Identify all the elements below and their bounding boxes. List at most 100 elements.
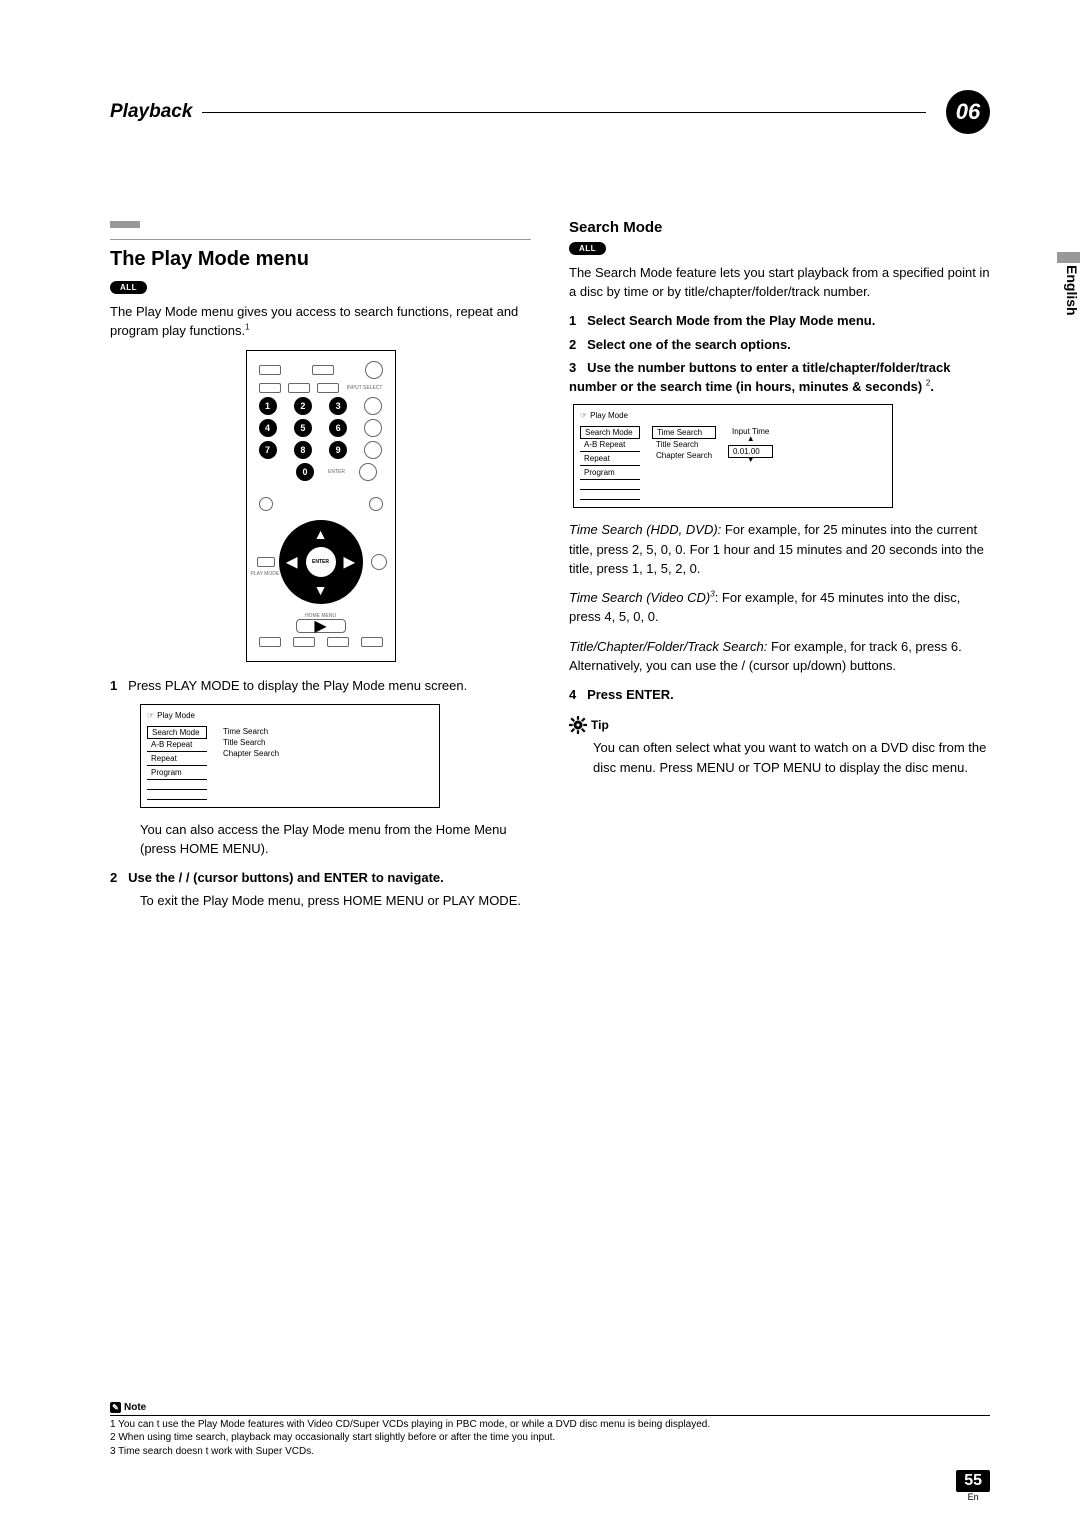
- menu-rule: [147, 765, 207, 766]
- search-intro: The Search Mode feature lets you start p…: [569, 263, 990, 301]
- step-text: Press PLAY MODE to display the Play Mode…: [128, 678, 467, 693]
- footnote-area: ✎ Note 1 You can t use the Play Mode fea…: [110, 1402, 990, 1459]
- step-num: 2: [110, 870, 117, 885]
- step-text: Press ENTER.: [587, 687, 674, 702]
- remote-small-label: INPUT SELECT: [347, 385, 383, 391]
- playmode-btn: [257, 557, 275, 567]
- intro-text: The Play Mode menu gives you access to s…: [110, 302, 531, 340]
- remote-btn-blank: [361, 637, 383, 647]
- menu-item-search-mode: Search Mode: [580, 426, 640, 439]
- arrow-up-icon: ▲: [314, 526, 328, 542]
- remote-btn-blank: [365, 361, 383, 379]
- step-frag: Use the: [128, 870, 179, 885]
- remote-btn-blank: [312, 365, 334, 375]
- num-5-btn: 5: [294, 419, 312, 437]
- menu-item-time-search: Time Search: [219, 726, 283, 737]
- ts1-label: Time Search (HDD, DVD):: [569, 522, 721, 537]
- footnote-3: 3 Time search doesn t work with Super VC…: [110, 1445, 990, 1459]
- r-step-4: 4 Press ENTER.: [569, 685, 990, 704]
- remote-btn-blank: [317, 383, 339, 393]
- menu-rule: [147, 799, 207, 800]
- remote-btn-blank: [259, 497, 273, 511]
- menu-item-title-search: Title Search: [652, 439, 716, 450]
- step-text: Use the number buttons to enter a title/…: [569, 360, 950, 394]
- footnote-divider: [110, 1415, 990, 1416]
- num-4-btn: 4: [259, 419, 277, 437]
- menu-rule: [147, 751, 207, 752]
- arrow-left-icon: ◀: [287, 554, 298, 571]
- step-2-exit: To exit the Play Mode menu, press HOME M…: [110, 891, 531, 910]
- input-up-arrow-icon: ▲: [728, 437, 773, 441]
- page-lang: En: [956, 1492, 990, 1502]
- page-number: 55: [956, 1470, 990, 1492]
- menu-rule: [580, 451, 640, 452]
- time-search-vcd: Time Search (Video CD)3: For example, fo…: [569, 588, 990, 626]
- left-column: The Play Mode menu ALL The Play Mode men…: [110, 219, 531, 921]
- num-1-btn: 1: [259, 397, 277, 415]
- remote-btn-blank: [369, 497, 383, 511]
- language-tab: English: [1062, 265, 1080, 316]
- step-2: 2 Use the / / (cursor buttons) and ENTER…: [110, 868, 531, 887]
- r-step-1: 1 Select Search Mode from the Play Mode …: [569, 311, 990, 330]
- step-num: 2: [569, 337, 576, 352]
- num-3-btn: 3: [329, 397, 347, 415]
- menu-item-ab-repeat: A-B Repeat: [147, 739, 207, 750]
- remote-btn-blank: [288, 383, 310, 393]
- remote-btn-blank: [293, 637, 315, 647]
- num-0-btn: 0: [296, 463, 314, 481]
- remote-btn-blank: [359, 463, 377, 481]
- chapter-badge: 06: [946, 90, 990, 134]
- menu-title-text: Play Mode: [590, 411, 628, 420]
- side-accent: [1057, 252, 1080, 263]
- menu-item-search-mode: Search Mode: [147, 726, 207, 739]
- menu-rule: [147, 779, 207, 780]
- num-8-btn: 8: [294, 441, 312, 459]
- step-num: 4: [569, 687, 576, 702]
- step-frag: (cursor buttons) and ENTER to navigate.: [193, 870, 444, 885]
- num-7-btn: 7: [259, 441, 277, 459]
- menu-rule: [580, 489, 640, 490]
- footnote-2: 2 When using time search, playback may o…: [110, 1431, 990, 1445]
- menu-item-repeat: Repeat: [147, 753, 207, 764]
- exit-text: To exit the Play Mode menu, press HOME M…: [140, 893, 521, 908]
- note-label: Note: [124, 1402, 146, 1413]
- step-1: 1 Press PLAY MODE to display the Play Mo…: [110, 676, 531, 695]
- step-end: .: [930, 379, 934, 394]
- tip-text: You can often select what you want to wa…: [569, 738, 990, 776]
- footnote-1: 1 You can t use the Play Mode features w…: [110, 1418, 990, 1432]
- menu-item-ab-repeat: A-B Repeat: [580, 439, 640, 450]
- menu-rule: [580, 479, 640, 480]
- step-sep: /: [179, 870, 186, 885]
- heading-accent: [110, 221, 140, 228]
- menu-rule: [580, 499, 640, 500]
- tip-header: Tip: [569, 716, 990, 734]
- menu-left-list: Search Mode A-B Repeat Repeat Program: [147, 726, 207, 801]
- time-search-hdd: Time Search (HDD, DVD): For example, for…: [569, 520, 990, 578]
- remote-btn-blank: [259, 365, 281, 375]
- step-text: Select Search Mode from the Play Mode me…: [587, 313, 875, 328]
- menu-item-repeat: Repeat: [580, 453, 640, 464]
- intro-footnote-1: 1: [245, 323, 249, 332]
- play-icon: ▶: [314, 616, 326, 636]
- page-number-box: 55 En: [956, 1470, 990, 1502]
- right-column: Search Mode ALL The Search Mode feature …: [569, 219, 990, 921]
- menu-item-title-search: Title Search: [219, 737, 283, 748]
- access-note: You can also access the Play Mode menu f…: [110, 820, 531, 858]
- step-num: 1: [110, 678, 117, 693]
- note-header: ✎ Note: [110, 1402, 990, 1413]
- header-rule: [202, 112, 926, 113]
- menu-item-program: Program: [580, 467, 640, 478]
- menu-input-col: Input Time ▲ 0.01.00 ▼: [728, 426, 773, 501]
- menu-item-chapter-search: Chapter Search: [652, 450, 716, 461]
- heading-search-mode: Search Mode: [569, 219, 990, 236]
- menu-title-text: Play Mode: [157, 711, 195, 720]
- playmode-label: PLAY MODE: [251, 571, 280, 577]
- menu-item-chapter-search: Chapter Search: [219, 748, 283, 759]
- menu-left-list: Search Mode A-B Repeat Repeat Program: [580, 426, 640, 501]
- arrow-down-icon: ▼: [314, 582, 328, 598]
- remote-btn-blank: [371, 554, 387, 570]
- remote-btn-blank: [364, 419, 382, 437]
- tip-label: Tip: [591, 718, 609, 732]
- menu-item-program: Program: [147, 767, 207, 778]
- play-mode-menu: ☞ Play Mode Search Mode A-B Repeat Repea…: [140, 704, 440, 808]
